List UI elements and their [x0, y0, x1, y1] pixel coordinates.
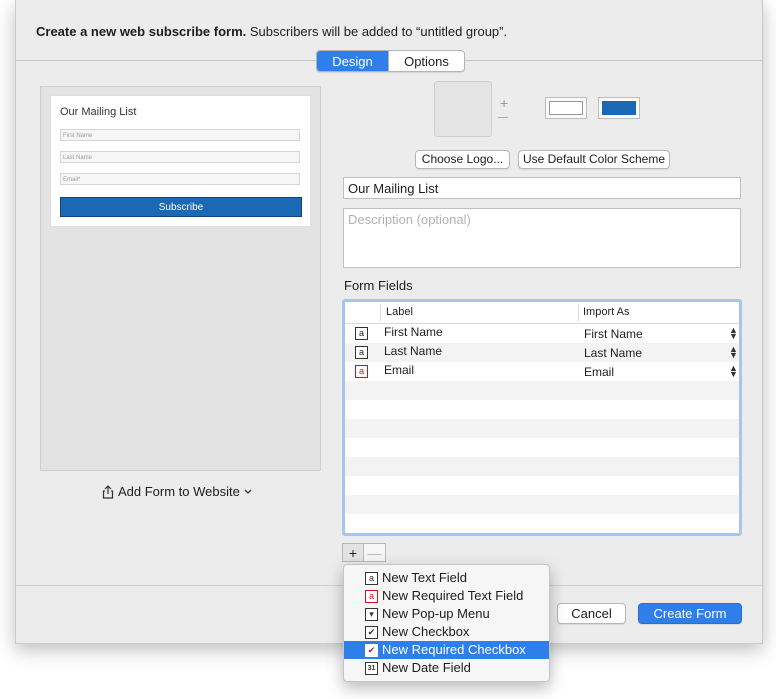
form-fields-label: Form Fields [344, 278, 413, 293]
row-import-as[interactable]: Last Name [584, 346, 642, 360]
calendar-icon: 31 [365, 662, 378, 675]
preview-field-last-name: Last Name [60, 151, 300, 163]
cancel-button[interactable]: Cancel [557, 603, 626, 624]
header-text: Create a new web subscribe form. Subscri… [36, 24, 507, 39]
add-field-menu: a New Text Field a New Required Text Fie… [343, 564, 550, 682]
menu-item-label: New Text Field [382, 570, 468, 585]
row-label[interactable]: First Name [384, 325, 443, 339]
empty-row [345, 438, 739, 457]
column-separator [578, 304, 579, 321]
column-header-import-as[interactable]: Import As [583, 306, 629, 318]
text-field-icon: a [365, 572, 378, 585]
create-form-button[interactable]: Create Form [638, 603, 742, 624]
form-fields-table[interactable]: Label Import As a First Name First Name … [342, 299, 742, 536]
text-field-icon: a [355, 327, 368, 340]
updown-chevron-icon[interactable]: ▲ ▼ [729, 326, 738, 341]
share-icon [102, 484, 114, 499]
form-title-field[interactable]: Our Mailing List [343, 177, 741, 199]
add-remove-buttons: + — [342, 543, 401, 562]
button-color-fill [602, 101, 636, 115]
empty-row [345, 457, 739, 476]
form-preview: Our Mailing List First Name Last Name Em… [40, 86, 321, 471]
view-tabs: Design Options [316, 50, 465, 72]
preview-card: Our Mailing List First Name Last Name Em… [50, 95, 311, 227]
table-row[interactable]: a First Name First Name ▲ ▼ [345, 324, 739, 343]
column-header-label[interactable]: Label [386, 306, 413, 318]
empty-row [345, 476, 739, 495]
updown-chevron-icon[interactable]: ▲ ▼ [729, 345, 738, 360]
table-rows: a First Name First Name ▲ ▼ a Last Name L… [345, 324, 739, 533]
add-logo-icon[interactable]: + [500, 96, 508, 110]
add-field-button[interactable]: + [342, 543, 364, 562]
row-label[interactable]: Last Name [384, 344, 442, 358]
menu-item-label: New Required Text Field [382, 588, 524, 603]
row-import-as[interactable]: Email [584, 365, 614, 379]
required-checkbox-icon: ✔ [365, 644, 378, 657]
menu-item-new-required-text-field[interactable]: a New Required Text Field [344, 587, 549, 605]
menu-item-label: New Pop-up Menu [382, 606, 490, 621]
default-color-scheme-button[interactable]: Use Default Color Scheme [518, 150, 670, 169]
choose-logo-button[interactable]: Choose Logo... [415, 150, 510, 169]
button-color-swatch[interactable] [598, 97, 640, 119]
tab-design[interactable]: Design [317, 51, 388, 71]
preview-field-email: Email* [60, 173, 300, 185]
updown-chevron-icon[interactable]: ▲ ▼ [729, 364, 738, 379]
description-field[interactable]: Description (optional) [343, 208, 741, 268]
table-header: Label Import As [345, 302, 739, 324]
empty-row [345, 419, 739, 438]
table-row[interactable]: a Last Name Last Name ▲ ▼ [345, 343, 739, 362]
menu-item-label: New Date Field [382, 660, 471, 675]
row-import-as[interactable]: First Name [584, 327, 643, 341]
checkbox-icon: ✔ [365, 626, 378, 639]
menu-item-new-date-field[interactable]: 31 New Date Field [344, 659, 549, 677]
menu-item-new-popup-menu[interactable]: ▾ New Pop-up Menu [344, 605, 549, 623]
preview-title: Our Mailing List [60, 106, 137, 118]
tab-options[interactable]: Options [388, 51, 464, 71]
menu-item-new-required-checkbox[interactable]: ✔ New Required Checkbox [344, 641, 549, 659]
popup-menu-icon: ▾ [365, 608, 378, 621]
chevron-down-icon [244, 489, 252, 494]
empty-row [345, 381, 739, 400]
header-title: Create a new web subscribe form. [36, 24, 247, 39]
menu-item-new-checkbox[interactable]: ✔ New Checkbox [344, 623, 549, 641]
preview-subscribe-button: Subscribe [60, 197, 302, 217]
menu-item-label: New Required Checkbox [382, 642, 526, 657]
logo-well[interactable] [434, 81, 492, 137]
empty-row [345, 400, 739, 419]
remove-logo-icon[interactable] [498, 117, 508, 118]
required-text-field-icon: a [365, 590, 378, 603]
background-color-fill [549, 101, 583, 115]
text-field-icon: a [355, 346, 368, 359]
row-label[interactable]: Email [384, 363, 414, 377]
add-form-label: Add Form to Website [118, 484, 240, 499]
menu-item-new-text-field[interactable]: a New Text Field [344, 569, 549, 587]
menu-item-label: New Checkbox [382, 624, 470, 639]
empty-row [345, 495, 739, 514]
add-form-to-website-button[interactable]: Add Form to Website [102, 484, 252, 499]
background-color-swatch[interactable] [545, 97, 587, 119]
remove-field-button[interactable]: — [364, 543, 386, 562]
header-subtitle: Subscribers will be added to “untitled g… [246, 24, 508, 39]
required-text-field-icon: a [355, 365, 368, 378]
table-row[interactable]: a Email Email ▲ ▼ [345, 362, 739, 381]
column-separator [380, 304, 381, 321]
empty-row [345, 514, 739, 533]
preview-field-first-name: First Name [60, 129, 300, 141]
subscribe-form-sheet: Create a new web subscribe form. Subscri… [15, 0, 763, 644]
